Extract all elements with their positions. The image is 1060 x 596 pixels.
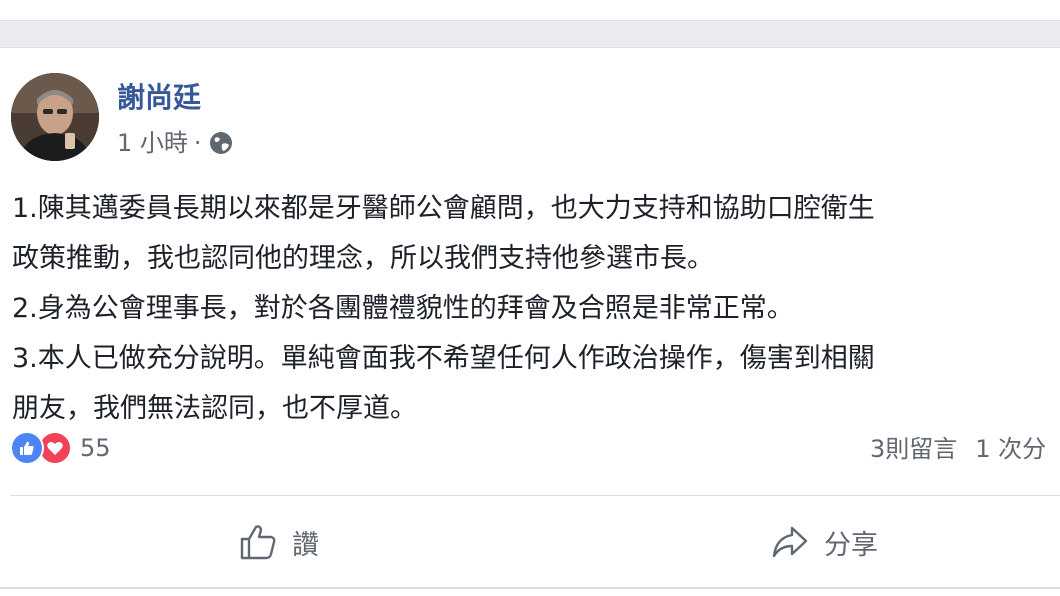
author-avatar[interactable] bbox=[11, 73, 99, 161]
previous-post-edge bbox=[0, 0, 1060, 21]
share-button[interactable]: 分享 bbox=[770, 520, 878, 564]
post-line: 2.身為公會理事長，對於各團體禮貌性的拜會及合照是非常正常。 bbox=[12, 293, 794, 324]
post-line: 1.陳其邁委員長期以來都是牙醫師公會顧問，也大力支持和協助口腔衛生 bbox=[12, 193, 875, 224]
like-button-label: 讚 bbox=[292, 529, 319, 561]
post-line: 朋友，我們無法認同，也不厚道。 bbox=[12, 393, 417, 424]
share-button-label: 分享 bbox=[824, 529, 878, 561]
meta-separator: · bbox=[193, 129, 202, 157]
avatar-photo bbox=[11, 73, 99, 161]
feed-separator bbox=[0, 21, 1060, 47]
comment-count[interactable]: 3則留言 bbox=[870, 435, 957, 463]
post-meta: 1 小時 · bbox=[117, 128, 234, 158]
reaction-count: 55 bbox=[80, 434, 111, 462]
post-line: 政策推動，我也認同他的理念，所以我們支持他參選市長。 bbox=[12, 243, 714, 274]
reactions-summary[interactable]: 55 bbox=[10, 430, 111, 466]
post-line: 3.本人已做充分說明。單純會面我不希望任何人作政治操作，傷害到相關 bbox=[12, 343, 875, 374]
share-arrow-icon bbox=[772, 526, 808, 558]
author-name[interactable]: 謝尚廷 bbox=[117, 81, 201, 115]
post-stats: 3則留言 1 次分 bbox=[870, 434, 1046, 464]
post-time[interactable]: 1 小時 bbox=[117, 128, 188, 158]
divider bbox=[0, 587, 1060, 589]
thumbs-up-icon bbox=[240, 525, 276, 560]
like-button[interactable]: 讚 bbox=[238, 520, 319, 564]
facebook-feed: 謝尚廷 1 小時 · 1.陳其邁委員長期以來都是牙醫師公會顧問，也大力支持和協助… bbox=[0, 0, 1060, 596]
like-reaction-icon bbox=[10, 431, 44, 465]
globe-icon[interactable] bbox=[208, 130, 234, 156]
divider bbox=[10, 495, 1060, 496]
post-body: 1.陳其邁委員長期以來都是牙醫師公會顧問，也大力支持和協助口腔衛生 政策推動，我… bbox=[12, 184, 1060, 434]
share-count[interactable]: 1 次分 bbox=[975, 435, 1046, 463]
post-card: 謝尚廷 1 小時 · 1.陳其邁委員長期以來都是牙醫師公會顧問，也大力支持和協助… bbox=[0, 47, 1060, 596]
